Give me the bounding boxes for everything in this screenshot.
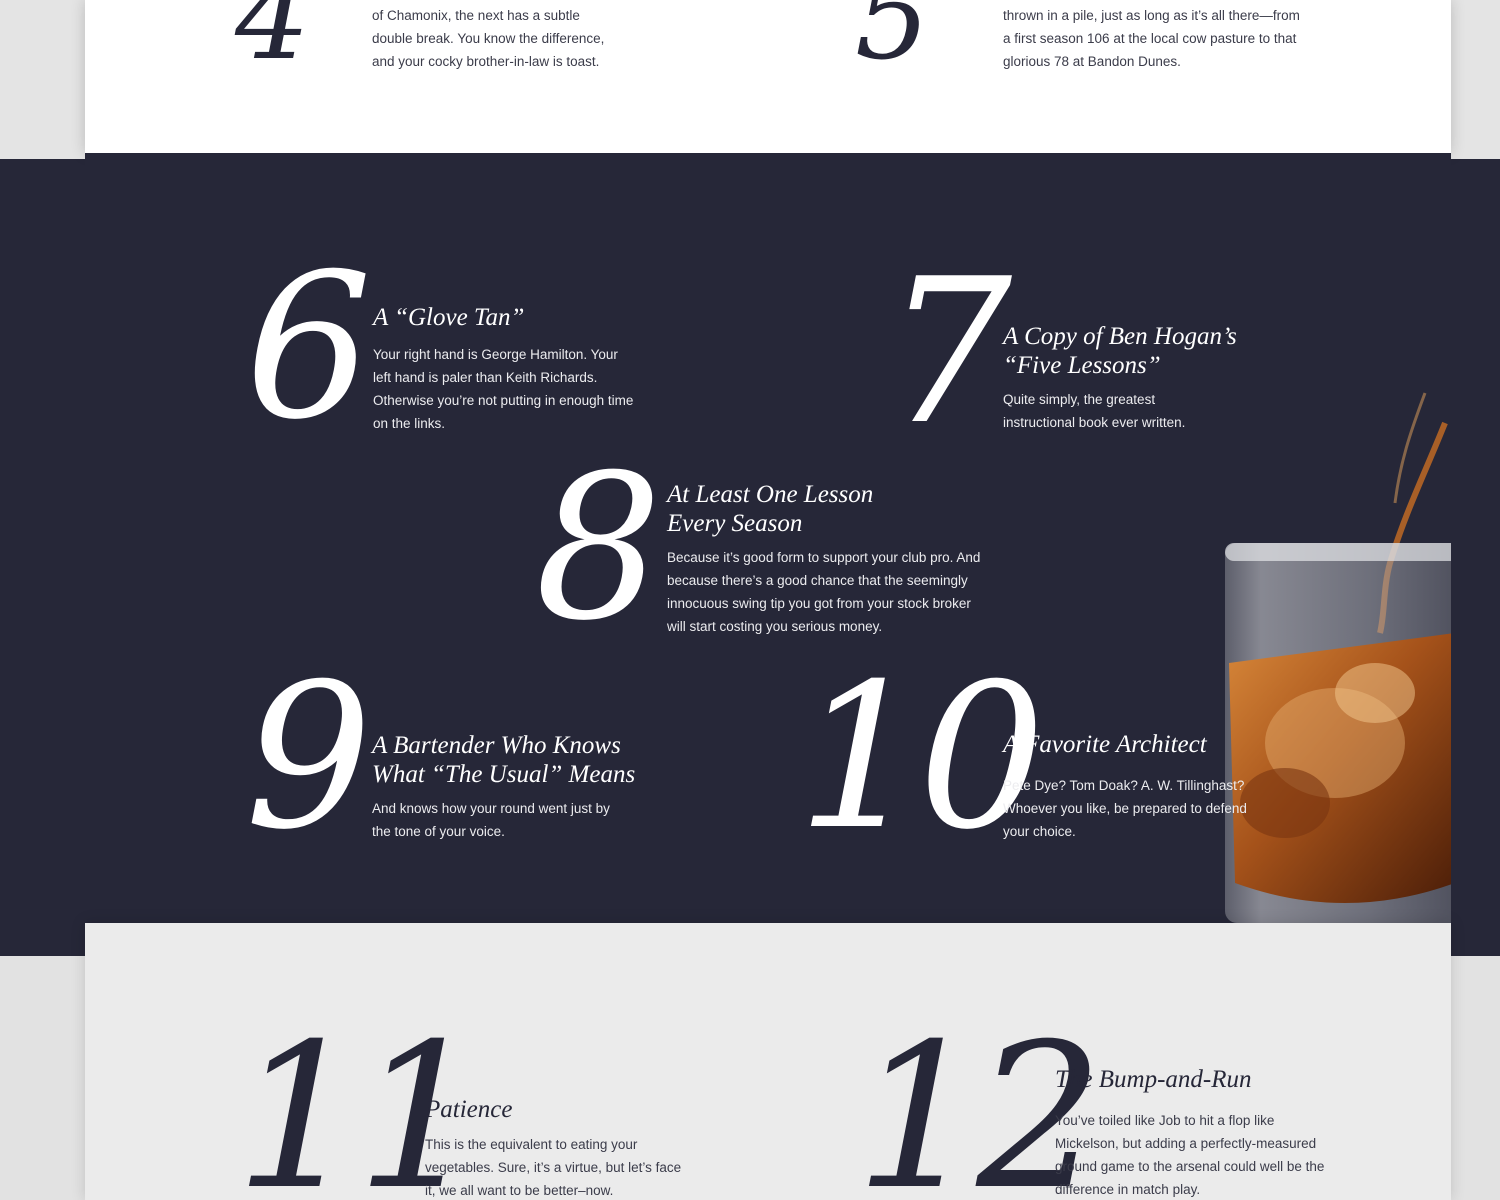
item-number: 5 — [855, 0, 930, 86]
item-title: A “Glove Tan” — [373, 304, 525, 331]
item-title: The Bump-and-Run — [1055, 1066, 1252, 1093]
item-title: Patience — [425, 1096, 513, 1123]
item-number: 7 — [885, 236, 1012, 469]
item-body: This is the equivalent to eating your ve… — [425, 1137, 682, 1198]
item-title: A Bartender Who Knows What “The Usual” M… — [372, 732, 636, 788]
section-white: 4 of Chamonix, the next has a subtle dou… — [85, 0, 1451, 153]
item-body: Pete Dye? Tom Doak? A. W. Tillinghast? W… — [1003, 778, 1247, 839]
item-body: Your right hand is George Hamilton. Your… — [373, 347, 634, 431]
item-title: A Copy of Ben Hogan’s “Five Lessons” — [1003, 323, 1237, 379]
section-light: 11 Patience This is the equivalent to ea… — [85, 923, 1451, 1200]
item-number: 4 — [235, 0, 310, 86]
item-body: Because it’s good form to support your c… — [667, 550, 981, 634]
item-number: 8 — [535, 432, 662, 665]
item-title: A Favorite Architect — [1003, 731, 1207, 758]
item-body: And knows how your round went just by th… — [372, 801, 610, 839]
item-body: of Chamonix, the next has a subtle doubl… — [372, 8, 605, 69]
item-body: You’ve toiled like Job to hit a flop lik… — [1055, 1113, 1325, 1197]
item-title: At Least One Lesson Every Season — [667, 481, 874, 537]
item-body: thrown in a pile, just as long as it’s a… — [1003, 8, 1300, 69]
item-number: 9 — [245, 641, 372, 874]
section-dark: 6 A “Glove Tan” Your right hand is Georg… — [85, 153, 1451, 923]
item-number: 6 — [245, 231, 372, 464]
item-body: Quite simply, the greatest instructional… — [1003, 392, 1186, 430]
